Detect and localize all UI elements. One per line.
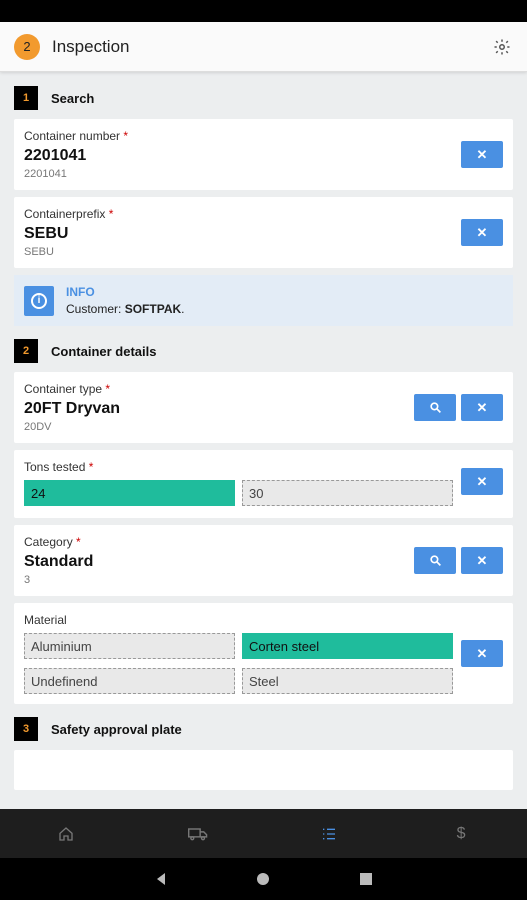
clear-container-type-button[interactable]: ✕ bbox=[461, 394, 503, 421]
bottom-navigation: $ bbox=[0, 809, 527, 858]
section-number: 2 bbox=[14, 339, 38, 363]
container-type-value: 20FT Dryvan bbox=[24, 400, 121, 417]
clear-material-button[interactable]: ✕ bbox=[461, 640, 503, 667]
container-prefix-card: Containerprefix * SEBU SEBU ✕ bbox=[14, 197, 513, 268]
tons-option-30[interactable]: 30 bbox=[242, 480, 453, 506]
container-type-card: Container type * 20FT Dryvan 20DV ✕ bbox=[14, 372, 513, 443]
home-circle-icon[interactable] bbox=[256, 872, 270, 886]
section-label: Container details bbox=[51, 343, 157, 359]
section-number: 1 bbox=[14, 86, 38, 110]
container-prefix-sub: SEBU bbox=[24, 246, 54, 258]
status-bar bbox=[0, 0, 527, 22]
info-heading: INFO bbox=[66, 285, 95, 299]
section-search-header: 1 Search bbox=[14, 85, 513, 111]
search-icon bbox=[429, 555, 441, 566]
page-title: Inspection bbox=[52, 36, 130, 56]
info-icon: i bbox=[24, 285, 54, 316]
category-sub: 3 bbox=[24, 574, 31, 586]
field-label: Container number * bbox=[24, 129, 129, 143]
required-marker: * bbox=[123, 129, 129, 143]
material-option-corten-steel[interactable]: Corten steel bbox=[242, 633, 453, 659]
close-icon: ✕ bbox=[476, 399, 488, 415]
truck-icon[interactable] bbox=[168, 809, 228, 858]
clear-container-number-button[interactable]: ✕ bbox=[461, 141, 503, 168]
dollar-icon[interactable]: $ bbox=[431, 809, 491, 858]
section-number: 3 bbox=[14, 717, 38, 741]
container-type-sub: 20DV bbox=[24, 421, 52, 433]
info-banner: i INFO Customer: SOFTPAK. bbox=[14, 275, 513, 326]
category-card: Category * Standard 3 ✕ bbox=[14, 525, 513, 596]
safety-card-partial bbox=[14, 750, 513, 790]
back-icon[interactable] bbox=[154, 872, 168, 886]
search-icon bbox=[429, 402, 441, 413]
section-safety-header: 3 Safety approval plate bbox=[14, 716, 513, 742]
system-navigation bbox=[0, 858, 527, 900]
container-prefix-value: SEBU bbox=[24, 225, 69, 242]
category-value: Standard bbox=[24, 553, 94, 570]
home-icon[interactable] bbox=[36, 809, 96, 858]
gear-icon[interactable] bbox=[491, 36, 513, 58]
close-icon: ✕ bbox=[476, 146, 488, 162]
clear-category-button[interactable]: ✕ bbox=[461, 547, 503, 574]
material-option-aluminium[interactable]: Aluminium bbox=[24, 633, 235, 659]
material-card: Material Aluminium Corten steel Undefine… bbox=[14, 603, 513, 704]
material-option-steel[interactable]: Steel bbox=[242, 668, 453, 694]
required-marker: * bbox=[76, 535, 81, 549]
customer-name: SOFTPAK bbox=[124, 302, 182, 316]
info-body: Customer: SOFTPAK. bbox=[66, 302, 185, 316]
scroll-content[interactable]: 1 Search Container number * 2201041 2201… bbox=[0, 73, 527, 809]
close-icon: ✕ bbox=[476, 552, 488, 568]
close-icon: ✕ bbox=[476, 645, 488, 661]
tons-option-24[interactable]: 24 bbox=[24, 480, 235, 506]
section-container-details-header: 2 Container details bbox=[14, 338, 513, 364]
search-container-type-button[interactable] bbox=[414, 394, 456, 421]
material-option-undefinend[interactable]: Undefinend bbox=[24, 668, 235, 694]
container-number-value: 2201041 bbox=[24, 147, 87, 164]
field-label: Tons tested * bbox=[24, 460, 94, 474]
clear-container-prefix-button[interactable]: ✕ bbox=[461, 219, 503, 246]
clear-tons-tested-button[interactable]: ✕ bbox=[461, 468, 503, 495]
field-label: Category * bbox=[24, 535, 81, 549]
field-label: Container type * bbox=[24, 382, 111, 396]
required-marker: * bbox=[105, 382, 111, 396]
container-number-card: Container number * 2201041 2201041 ✕ bbox=[14, 119, 513, 190]
close-icon: ✕ bbox=[476, 224, 488, 240]
close-icon: ✕ bbox=[476, 473, 488, 489]
app-bar: 2 Inspection bbox=[0, 22, 527, 72]
section-label: Search bbox=[51, 90, 95, 106]
step-badge: 2 bbox=[14, 33, 40, 60]
container-number-sub: 2201041 bbox=[24, 168, 67, 180]
tons-tested-card: Tons tested * 24 30 ✕ bbox=[14, 450, 513, 518]
required-marker: * bbox=[88, 460, 94, 474]
section-label: Safety approval plate bbox=[51, 721, 182, 737]
search-category-button[interactable] bbox=[414, 547, 456, 574]
field-label: Material bbox=[24, 613, 67, 627]
checklist-icon[interactable] bbox=[299, 809, 359, 858]
required-marker: * bbox=[108, 207, 114, 221]
recents-icon[interactable] bbox=[359, 872, 373, 886]
field-label: Containerprefix * bbox=[24, 207, 114, 221]
